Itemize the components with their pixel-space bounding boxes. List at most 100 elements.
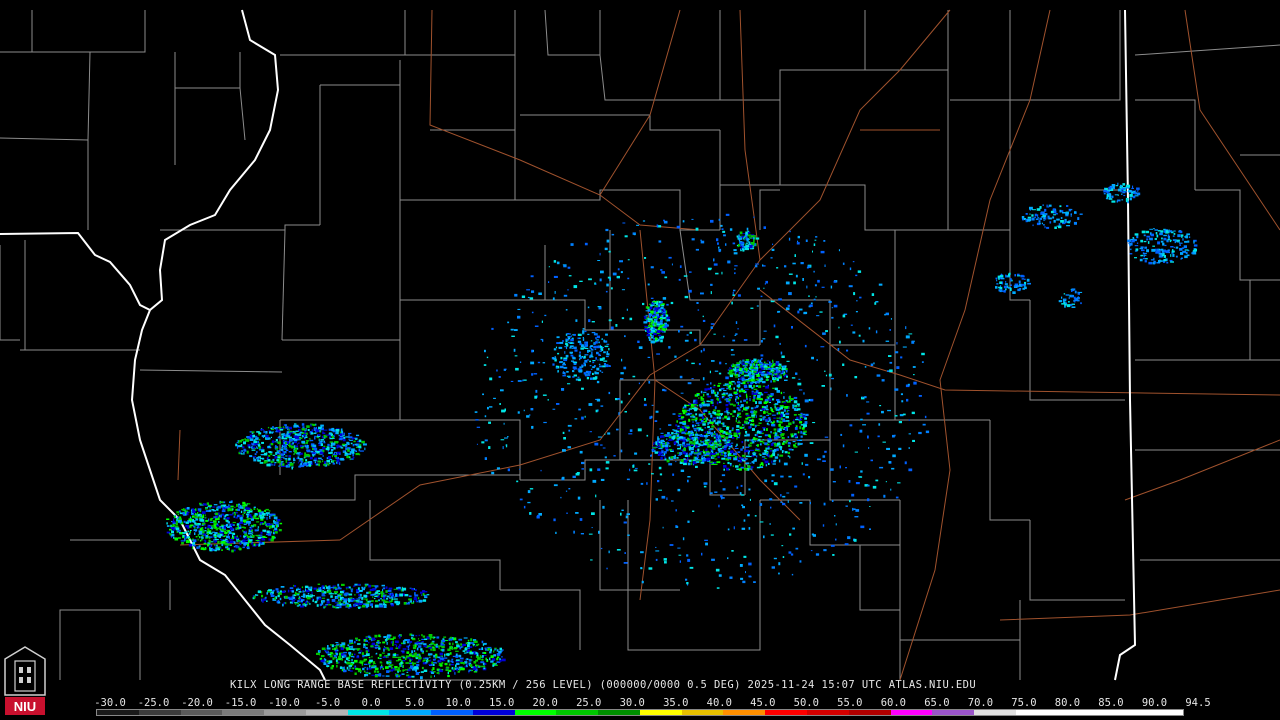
echo-pixel bbox=[678, 418, 682, 420]
echo-pixel bbox=[579, 337, 581, 339]
echo-pixel bbox=[793, 446, 798, 448]
echo-pixel bbox=[725, 213, 730, 216]
echo-pixel bbox=[190, 510, 193, 512]
echo-pixel bbox=[294, 598, 297, 600]
echo-pixel bbox=[736, 486, 739, 489]
echo-pixel bbox=[439, 652, 443, 656]
echo-pixel bbox=[788, 445, 790, 447]
echo-pixel bbox=[358, 598, 360, 600]
echo-pixel bbox=[382, 656, 387, 658]
echo-pixel bbox=[786, 492, 790, 494]
echo-pixel bbox=[573, 346, 577, 349]
echo-pixel bbox=[404, 639, 407, 641]
echo-pixel bbox=[186, 511, 190, 513]
echo-pixel bbox=[195, 530, 197, 532]
echo-pixel bbox=[221, 528, 225, 531]
echo-pixel bbox=[701, 416, 705, 419]
echo-pixel bbox=[499, 658, 502, 660]
echo-pixel bbox=[711, 425, 715, 428]
echo-pixel bbox=[645, 315, 648, 317]
echo-pixel bbox=[257, 528, 259, 531]
echo-pixel bbox=[741, 459, 746, 462]
echo-pixel bbox=[173, 524, 176, 527]
echo-pixel bbox=[350, 588, 354, 590]
echo-pixel bbox=[710, 421, 714, 424]
echo-pixel bbox=[590, 559, 593, 561]
echo-pixel bbox=[296, 457, 298, 460]
echo-pixel bbox=[776, 378, 779, 382]
echo-pixel bbox=[584, 415, 586, 418]
echo-pixel bbox=[198, 545, 201, 547]
echo-pixel bbox=[767, 367, 772, 370]
echo-pixel bbox=[363, 663, 368, 665]
echo-pixel bbox=[362, 667, 365, 671]
echo-pixel bbox=[769, 402, 771, 403]
echo-pixel bbox=[359, 650, 363, 652]
echo-pixel bbox=[697, 309, 700, 311]
echo-pixel bbox=[213, 517, 215, 520]
echo-pixel bbox=[449, 645, 453, 648]
echo-pixel bbox=[489, 657, 491, 661]
echo-pixel bbox=[411, 634, 415, 637]
echo-pixel bbox=[378, 599, 380, 602]
echo-pixel bbox=[353, 653, 356, 656]
echo-pixel bbox=[326, 665, 330, 667]
echo-pixel bbox=[764, 442, 767, 445]
echo-pixel bbox=[727, 368, 729, 371]
echo-pixel bbox=[201, 511, 206, 515]
echo-pixel bbox=[578, 368, 582, 370]
echo-pixel bbox=[862, 339, 865, 343]
echo-pixel bbox=[651, 340, 655, 344]
echo-pixel bbox=[501, 649, 504, 651]
echo-pixel bbox=[755, 263, 759, 265]
echo-pixel bbox=[395, 645, 398, 648]
echo-pixel bbox=[321, 647, 326, 651]
echo-pixel bbox=[529, 512, 532, 515]
echo-pixel bbox=[748, 384, 752, 388]
echo-pixel bbox=[387, 653, 391, 656]
echo-pixel bbox=[735, 321, 738, 324]
echo-pixel bbox=[348, 646, 353, 648]
echo-pixel bbox=[422, 599, 427, 602]
echo-pixel bbox=[740, 245, 742, 247]
echo-pixel bbox=[747, 377, 752, 380]
echo-pixel bbox=[778, 376, 782, 379]
echo-pixel bbox=[274, 441, 276, 443]
echo-pixel bbox=[704, 431, 707, 434]
echo-pixel bbox=[232, 534, 233, 538]
echo-pixel bbox=[709, 455, 711, 457]
echo-pixel bbox=[795, 418, 799, 421]
echo-pixel bbox=[273, 536, 275, 540]
echo-pixel bbox=[306, 449, 310, 451]
echo-pixel bbox=[221, 543, 224, 547]
echo-pixel bbox=[744, 439, 746, 442]
echo-pixel bbox=[665, 318, 667, 322]
echo-pixel bbox=[357, 445, 362, 448]
echo-pixel bbox=[750, 410, 754, 413]
echo-pixel bbox=[241, 450, 243, 452]
echo-pixel bbox=[812, 422, 816, 424]
echo-pixel bbox=[732, 294, 735, 296]
echo-pixel bbox=[281, 437, 286, 440]
echo-pixel bbox=[452, 642, 454, 646]
echo-pixel bbox=[459, 657, 464, 660]
echo-pixel bbox=[187, 520, 189, 522]
echo-pixel bbox=[266, 513, 269, 516]
echo-pixel bbox=[458, 654, 462, 658]
echo-pixel bbox=[215, 516, 217, 518]
echo-pixel bbox=[309, 456, 313, 460]
echo-pixel bbox=[346, 666, 349, 670]
echo-pixel bbox=[367, 595, 369, 598]
echo-pixel bbox=[335, 596, 339, 599]
echo-pixel bbox=[650, 304, 653, 307]
echo-pixel bbox=[282, 603, 284, 607]
echo-pixel bbox=[448, 663, 451, 666]
echo-pixel bbox=[203, 542, 207, 545]
echo-pixel bbox=[566, 371, 569, 373]
echo-pixel bbox=[745, 462, 750, 465]
echo-pixel bbox=[719, 434, 723, 436]
echo-pixel bbox=[287, 435, 291, 438]
echo-pixel bbox=[295, 430, 299, 432]
echo-pixel bbox=[760, 378, 764, 380]
echo-pixel bbox=[745, 417, 749, 420]
